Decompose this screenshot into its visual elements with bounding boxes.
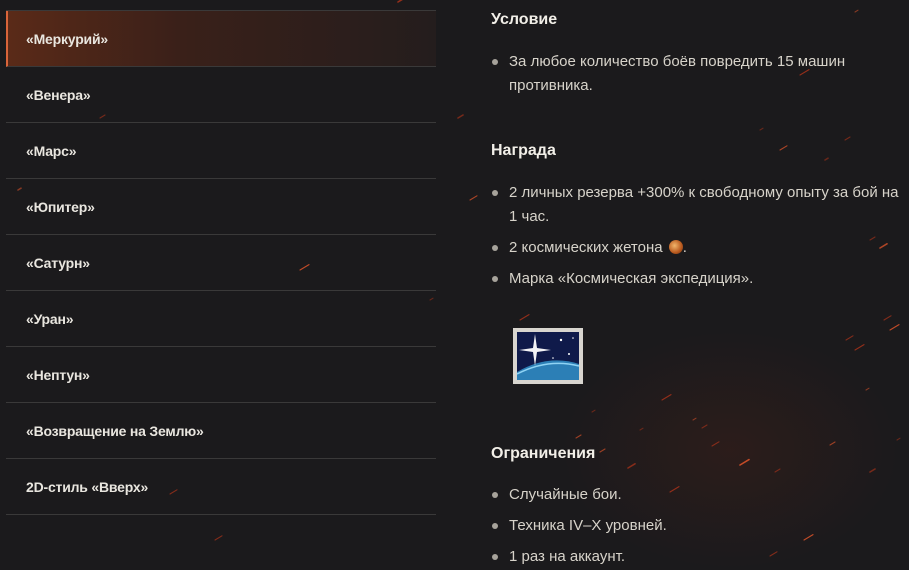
menu-item-mars[interactable]: «Марс» (6, 123, 436, 179)
condition-title: Условие (491, 11, 558, 28)
menu-item-uranus[interactable]: «Уран» (6, 291, 436, 347)
menu-item-label: «Уран» (26, 310, 74, 327)
spark (739, 458, 750, 466)
reward-text: 2 личных резерва +300% к свободному опыт… (509, 184, 899, 225)
spark (692, 417, 697, 421)
spark (896, 437, 901, 441)
menu-item-label: «Нептун» (26, 366, 90, 383)
condition-item: За любое количество боёв повредить 15 ма… (491, 50, 909, 98)
spark (469, 195, 478, 201)
reward-item: 2 личных резерва +300% к свободному опыт… (491, 181, 909, 229)
spark (854, 344, 865, 351)
spark (844, 136, 851, 141)
menu-item-saturn[interactable]: «Сатурн» (6, 235, 436, 291)
spark (774, 468, 781, 473)
menu-item-2d-style[interactable]: 2D-стиль «Вверх» (6, 459, 436, 515)
spark (639, 427, 644, 431)
spark (883, 315, 892, 321)
menu-item-jupiter[interactable]: «Юпитер» (6, 179, 436, 235)
restriction-item: Техника IV–X уровней. (491, 514, 909, 538)
restriction-item: Случайные бои. (491, 483, 909, 507)
bullet-icon (492, 245, 498, 251)
spark (759, 127, 764, 131)
spark (829, 441, 836, 446)
spark (779, 145, 788, 151)
menu-item-label: «Юпитер» (26, 198, 95, 215)
spark (889, 324, 900, 331)
spark (591, 409, 596, 413)
spark (711, 441, 720, 447)
menu-item-label: «Венера» (26, 86, 91, 103)
spark (869, 468, 876, 473)
spark (519, 314, 530, 321)
restrictions-title: Ограничения (491, 445, 596, 462)
menu-item-label: 2D-стиль «Вверх» (26, 478, 149, 495)
spark (854, 9, 859, 13)
menu-item-venus[interactable]: «Венера» (6, 67, 436, 123)
spark (845, 335, 854, 341)
restriction-text: Случайные бои. (509, 486, 622, 503)
restriction-text: 1 раз на аккаунт. (509, 548, 625, 565)
stage-menu: «Меркурий» «Венера» «Марс» «Юпитер» «Сат… (6, 10, 436, 515)
menu-item-label: «Сатурн» (26, 254, 90, 271)
reward-item: 2 космических жетона . (491, 236, 909, 260)
spark (397, 0, 403, 3)
bullet-icon (492, 492, 498, 498)
bullet-icon (492, 59, 498, 65)
spark (599, 448, 606, 453)
spark (214, 535, 223, 541)
restriction-item: 1 раз на аккаунт. (491, 545, 909, 569)
bullet-icon (492, 276, 498, 282)
spark (824, 157, 829, 161)
menu-item-label: «Возвращение на Землю» (26, 422, 204, 439)
condition-text: За любое количество боёв повредить 15 ма… (509, 53, 846, 94)
bullet-icon (492, 523, 498, 529)
spark (701, 424, 708, 429)
menu-item-return-to-earth[interactable]: «Возвращение на Землю» (6, 403, 436, 459)
spark (575, 434, 582, 439)
reward-item: Марка «Космическая экспедиция». (491, 267, 909, 291)
spark (457, 114, 464, 119)
menu-item-mercury[interactable]: «Меркурий» (6, 11, 436, 67)
menu-item-neptune[interactable]: «Нептун» (6, 347, 436, 403)
restriction-text: Техника IV–X уровней. (509, 517, 667, 534)
menu-item-label: «Меркурий» (26, 30, 108, 47)
reward-title: Награда (491, 142, 556, 159)
bullet-icon (492, 190, 498, 196)
reward-text: 2 космических жетона (509, 239, 663, 256)
reward-token-suffix: . (682, 239, 687, 256)
bullet-icon (492, 554, 498, 560)
spark (865, 387, 870, 391)
reward-text: Марка «Космическая экспедиция». (509, 270, 754, 287)
spark (627, 462, 636, 469)
spark (661, 394, 672, 401)
space-expedition-stamp-icon (513, 328, 583, 384)
space-token-icon (668, 240, 683, 254)
menu-item-label: «Марс» (26, 142, 77, 159)
